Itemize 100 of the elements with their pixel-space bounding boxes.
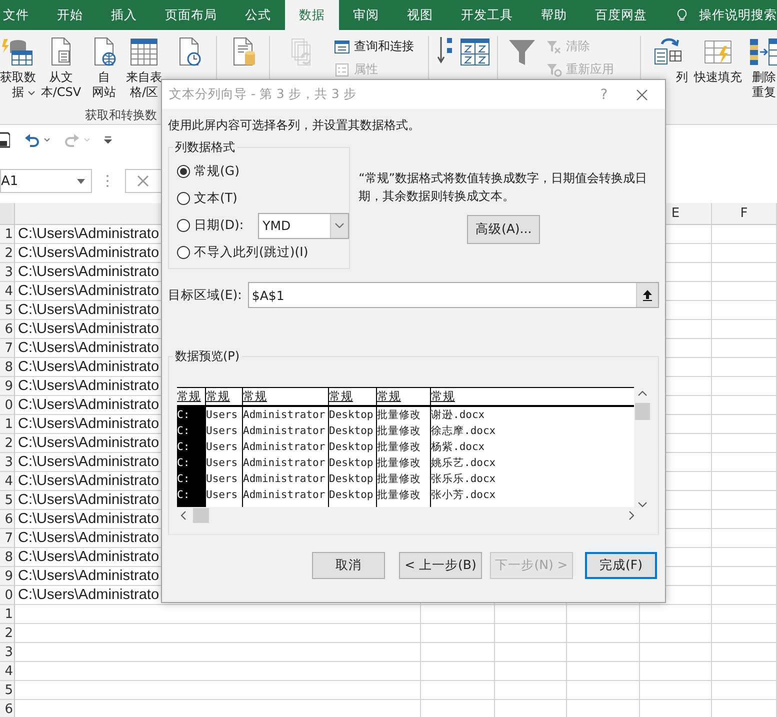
grid-cell bbox=[712, 491, 777, 510]
grid-cell bbox=[495, 605, 567, 624]
grid-cell bbox=[712, 567, 777, 586]
ribbon-button[interactable]: 列 bbox=[645, 36, 691, 107]
ribbon-button[interactable]: 从文 本/CSV bbox=[36, 36, 86, 107]
row-header[interactable]: 2 bbox=[0, 624, 15, 643]
row-header[interactable]: 6 bbox=[0, 510, 15, 529]
row-header[interactable]: 5 bbox=[0, 301, 15, 320]
row-header[interactable]: 5 bbox=[0, 491, 15, 510]
cell-text: C:\Users\Administrato bbox=[17, 264, 160, 280]
row-header[interactable]: 1 bbox=[0, 605, 15, 624]
row-header[interactable]: 7 bbox=[0, 529, 15, 548]
cell-text: C:\Users\Administrato bbox=[17, 587, 160, 603]
row-header[interactable]: 2 bbox=[0, 244, 15, 263]
row-header[interactable]: 8 bbox=[0, 548, 15, 567]
cell-text: C:\Users\Administrato bbox=[17, 435, 160, 451]
menu-tab[interactable]: 开始 bbox=[43, 0, 97, 30]
preview-cell: 批量修改 bbox=[377, 455, 431, 471]
row-header[interactable]: 0 bbox=[0, 396, 15, 415]
row-header[interactable]: 6 bbox=[0, 700, 15, 717]
row-header[interactable]: 3 bbox=[0, 263, 15, 282]
row-header[interactable]: 2 bbox=[0, 434, 15, 453]
radio-option[interactable]: 常规(G) bbox=[177, 163, 240, 180]
ribbon-button[interactable]: 查询和连接 bbox=[334, 36, 424, 57]
row-header[interactable]: 8 bbox=[0, 358, 15, 377]
preview-cell: Administrator bbox=[243, 439, 329, 455]
grid-cell bbox=[712, 529, 777, 548]
chevron-down-icon bbox=[334, 223, 344, 228]
preview-cell: Administrator bbox=[243, 455, 329, 471]
radio-option[interactable]: 文本(T) bbox=[177, 190, 238, 207]
row-header[interactable]: 9 bbox=[0, 377, 15, 396]
dialog-title: 文本分列向导 - 第 3 步，共 3 步 bbox=[169, 86, 356, 103]
menu-tab[interactable]: 百度网盘 bbox=[581, 0, 661, 30]
name-box[interactable]: A1 bbox=[0, 169, 92, 193]
search-hint[interactable]: 操作说明搜索 bbox=[699, 6, 777, 24]
menu-tab[interactable]: 页面布局 bbox=[151, 0, 231, 30]
preview-cell: C: bbox=[177, 471, 206, 487]
row-header[interactable]: 4 bbox=[0, 662, 15, 681]
menu-tab[interactable]: 开发工具 bbox=[447, 0, 527, 30]
ribbon-button[interactable]: 自 网站 bbox=[86, 36, 122, 107]
grid-cell bbox=[640, 624, 712, 643]
dialog-button[interactable]: 完成(F) bbox=[585, 552, 657, 579]
collapse-button[interactable] bbox=[636, 283, 658, 307]
radio-option[interactable]: 日期(D): bbox=[177, 217, 244, 234]
cell-text: C:\Users\Administrato bbox=[17, 568, 160, 584]
row-header[interactable]: 5 bbox=[0, 681, 15, 700]
menu-tab[interactable]: 数据 bbox=[285, 0, 339, 30]
date-format-dropdown[interactable]: YMD bbox=[258, 212, 349, 238]
column-format-header[interactable]: 常规 bbox=[206, 389, 230, 404]
column-format-header[interactable]: 常规 bbox=[431, 389, 455, 404]
preview-cell: 批量修改 bbox=[377, 407, 431, 423]
row-header[interactable]: 3 bbox=[0, 643, 15, 662]
table-icon bbox=[128, 36, 160, 68]
menu-tab[interactable]: 帮助 bbox=[527, 0, 581, 30]
row-header[interactable]: 1 bbox=[0, 225, 15, 244]
grid-cell bbox=[712, 282, 777, 301]
column-header[interactable]: F bbox=[712, 203, 777, 225]
row-header[interactable]: 7 bbox=[0, 339, 15, 358]
grid-cell bbox=[712, 586, 777, 605]
scroll-thumb[interactable] bbox=[193, 508, 209, 523]
preview-cell: Administrator bbox=[243, 487, 329, 503]
row-header[interactable]: 3 bbox=[0, 453, 15, 472]
destination-field[interactable]: $A$1 bbox=[248, 282, 659, 308]
cell-text: C:\Users\Administrato bbox=[17, 302, 160, 318]
grid-cell bbox=[712, 662, 777, 681]
column-format-header[interactable]: 常规 bbox=[377, 389, 401, 404]
ribbon-button[interactable]: 获取数 据 bbox=[0, 36, 36, 107]
instruction-text: 使用此屏内容可选择各列，并设置其数据格式。 bbox=[168, 117, 421, 133]
row-header[interactable]: 0 bbox=[0, 586, 15, 605]
cell-text: C:\Users\Administrato bbox=[17, 321, 160, 337]
preview-cell-text: 杨紫.docx bbox=[431, 440, 486, 455]
column-format-header[interactable]: 常规 bbox=[329, 389, 353, 404]
preview-cell: Administrator bbox=[243, 407, 329, 423]
row-header[interactable]: 1 bbox=[0, 415, 15, 434]
dialog-button[interactable]: 取消 bbox=[312, 552, 385, 579]
radio-option[interactable]: 不导入此列(跳过)(I) bbox=[177, 244, 308, 261]
dialog-button[interactable]: < 上一步(B) bbox=[399, 552, 482, 579]
row-header[interactable]: 6 bbox=[0, 320, 15, 339]
description-text: “常规”数据格式将数值转换成数字，日期值会转换成日期，其余数据则转换成文本。 bbox=[358, 170, 648, 205]
ribbon-button[interactable]: 删除 重复 bbox=[745, 36, 777, 107]
menu-tab[interactable]: 文件 bbox=[0, 0, 43, 30]
preview-cell: Users bbox=[206, 487, 243, 503]
grid-cell bbox=[712, 681, 777, 700]
grid-cell bbox=[495, 643, 567, 662]
column-format-header[interactable]: 常规 bbox=[243, 389, 267, 404]
chevron-down-icon bbox=[638, 502, 647, 507]
ribbon-button[interactable]: 快速填充 bbox=[691, 36, 745, 107]
menu-tab[interactable]: 视图 bbox=[393, 0, 447, 30]
menu-tab[interactable]: 公式 bbox=[231, 0, 285, 30]
menu-tab[interactable]: 审阅 bbox=[339, 0, 393, 30]
row-header[interactable]: 9 bbox=[0, 567, 15, 586]
preview-cell: Desktop bbox=[329, 487, 377, 503]
row-header[interactable]: 4 bbox=[0, 282, 15, 301]
grid-cell bbox=[495, 681, 567, 700]
column-format-header[interactable]: 常规 bbox=[177, 389, 201, 404]
menu-tab[interactable]: 插入 bbox=[97, 0, 151, 30]
row-header[interactable]: 4 bbox=[0, 472, 15, 491]
scroll-thumb[interactable] bbox=[635, 403, 650, 420]
advanced-button[interactable]: 高级(A)... bbox=[467, 215, 540, 244]
sort-dialog-icon bbox=[459, 36, 491, 68]
